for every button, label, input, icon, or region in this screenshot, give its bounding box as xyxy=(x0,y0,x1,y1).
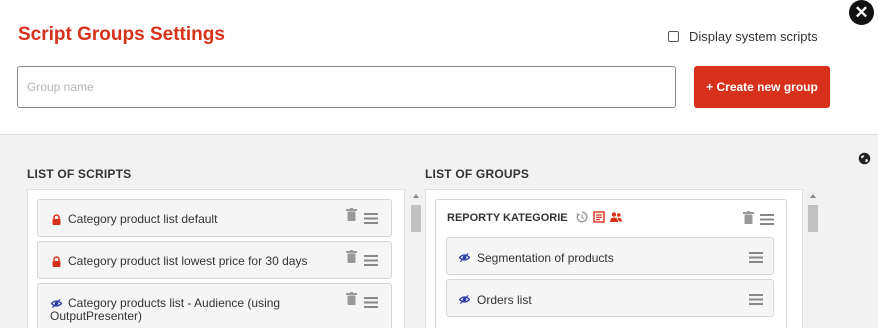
lock-icon xyxy=(52,256,61,267)
group-title: REPORTY KATEGORIE xyxy=(447,212,568,224)
scroll-up-arrow-icon[interactable] xyxy=(810,194,816,198)
group-script-item[interactable]: Segmentation of products xyxy=(446,237,774,275)
drag-handle-icon[interactable] xyxy=(364,255,378,266)
trash-icon[interactable] xyxy=(346,292,357,305)
script-item-label: Category products list - Audience (using… xyxy=(50,296,281,323)
page-title: Script Groups Settings xyxy=(18,24,225,45)
trash-icon[interactable] xyxy=(743,211,754,224)
display-system-scripts-checkbox[interactable] xyxy=(668,31,679,42)
header-panel: Script Groups Settings ✕ Display system … xyxy=(0,0,878,135)
report-icon[interactable] xyxy=(593,211,605,223)
script-item[interactable]: Category products list - Audience (using… xyxy=(37,283,392,328)
users-icon[interactable] xyxy=(610,211,622,223)
scroll-thumb[interactable] xyxy=(411,205,421,232)
scripts-scrollbar[interactable] xyxy=(410,192,422,328)
scripts-heading: LIST OF SCRIPTS xyxy=(27,167,132,181)
create-new-group-button[interactable]: + Create new group xyxy=(694,66,830,108)
script-item[interactable]: Category product list lowest price for 3… xyxy=(37,241,392,279)
trash-icon[interactable] xyxy=(346,208,357,221)
scroll-thumb[interactable] xyxy=(808,205,818,232)
group-script-item-label: Orders list xyxy=(477,293,532,307)
groups-heading: LIST OF GROUPS xyxy=(425,167,530,181)
history-icon[interactable] xyxy=(576,211,588,223)
display-system-scripts-toggle[interactable]: Display system scripts xyxy=(668,29,818,44)
script-item-label: Category product list lowest price for 3… xyxy=(68,254,308,268)
drag-handle-icon[interactable] xyxy=(749,252,763,263)
script-item[interactable]: Category product list default xyxy=(37,199,392,237)
group-script-item[interactable]: Orders list xyxy=(446,279,774,317)
drag-handle-icon[interactable] xyxy=(364,213,378,224)
drag-handle-icon[interactable] xyxy=(364,297,378,308)
eye-icon xyxy=(459,252,470,263)
close-icon[interactable]: ✕ xyxy=(849,0,874,25)
group-script-item-label: Segmentation of products xyxy=(477,251,614,265)
groups-scrollbar[interactable] xyxy=(807,192,819,328)
drag-handle-icon[interactable] xyxy=(749,294,763,305)
script-item-label: Category product list default xyxy=(68,212,218,226)
scroll-up-arrow-icon[interactable] xyxy=(413,194,419,198)
group-name-input[interactable] xyxy=(17,66,676,108)
display-system-scripts-label: Display system scripts xyxy=(689,29,818,44)
globe-icon[interactable] xyxy=(858,152,871,165)
eye-icon xyxy=(459,294,470,305)
drag-handle-icon[interactable] xyxy=(760,214,774,225)
lock-icon xyxy=(52,214,61,225)
trash-icon[interactable] xyxy=(346,250,357,263)
